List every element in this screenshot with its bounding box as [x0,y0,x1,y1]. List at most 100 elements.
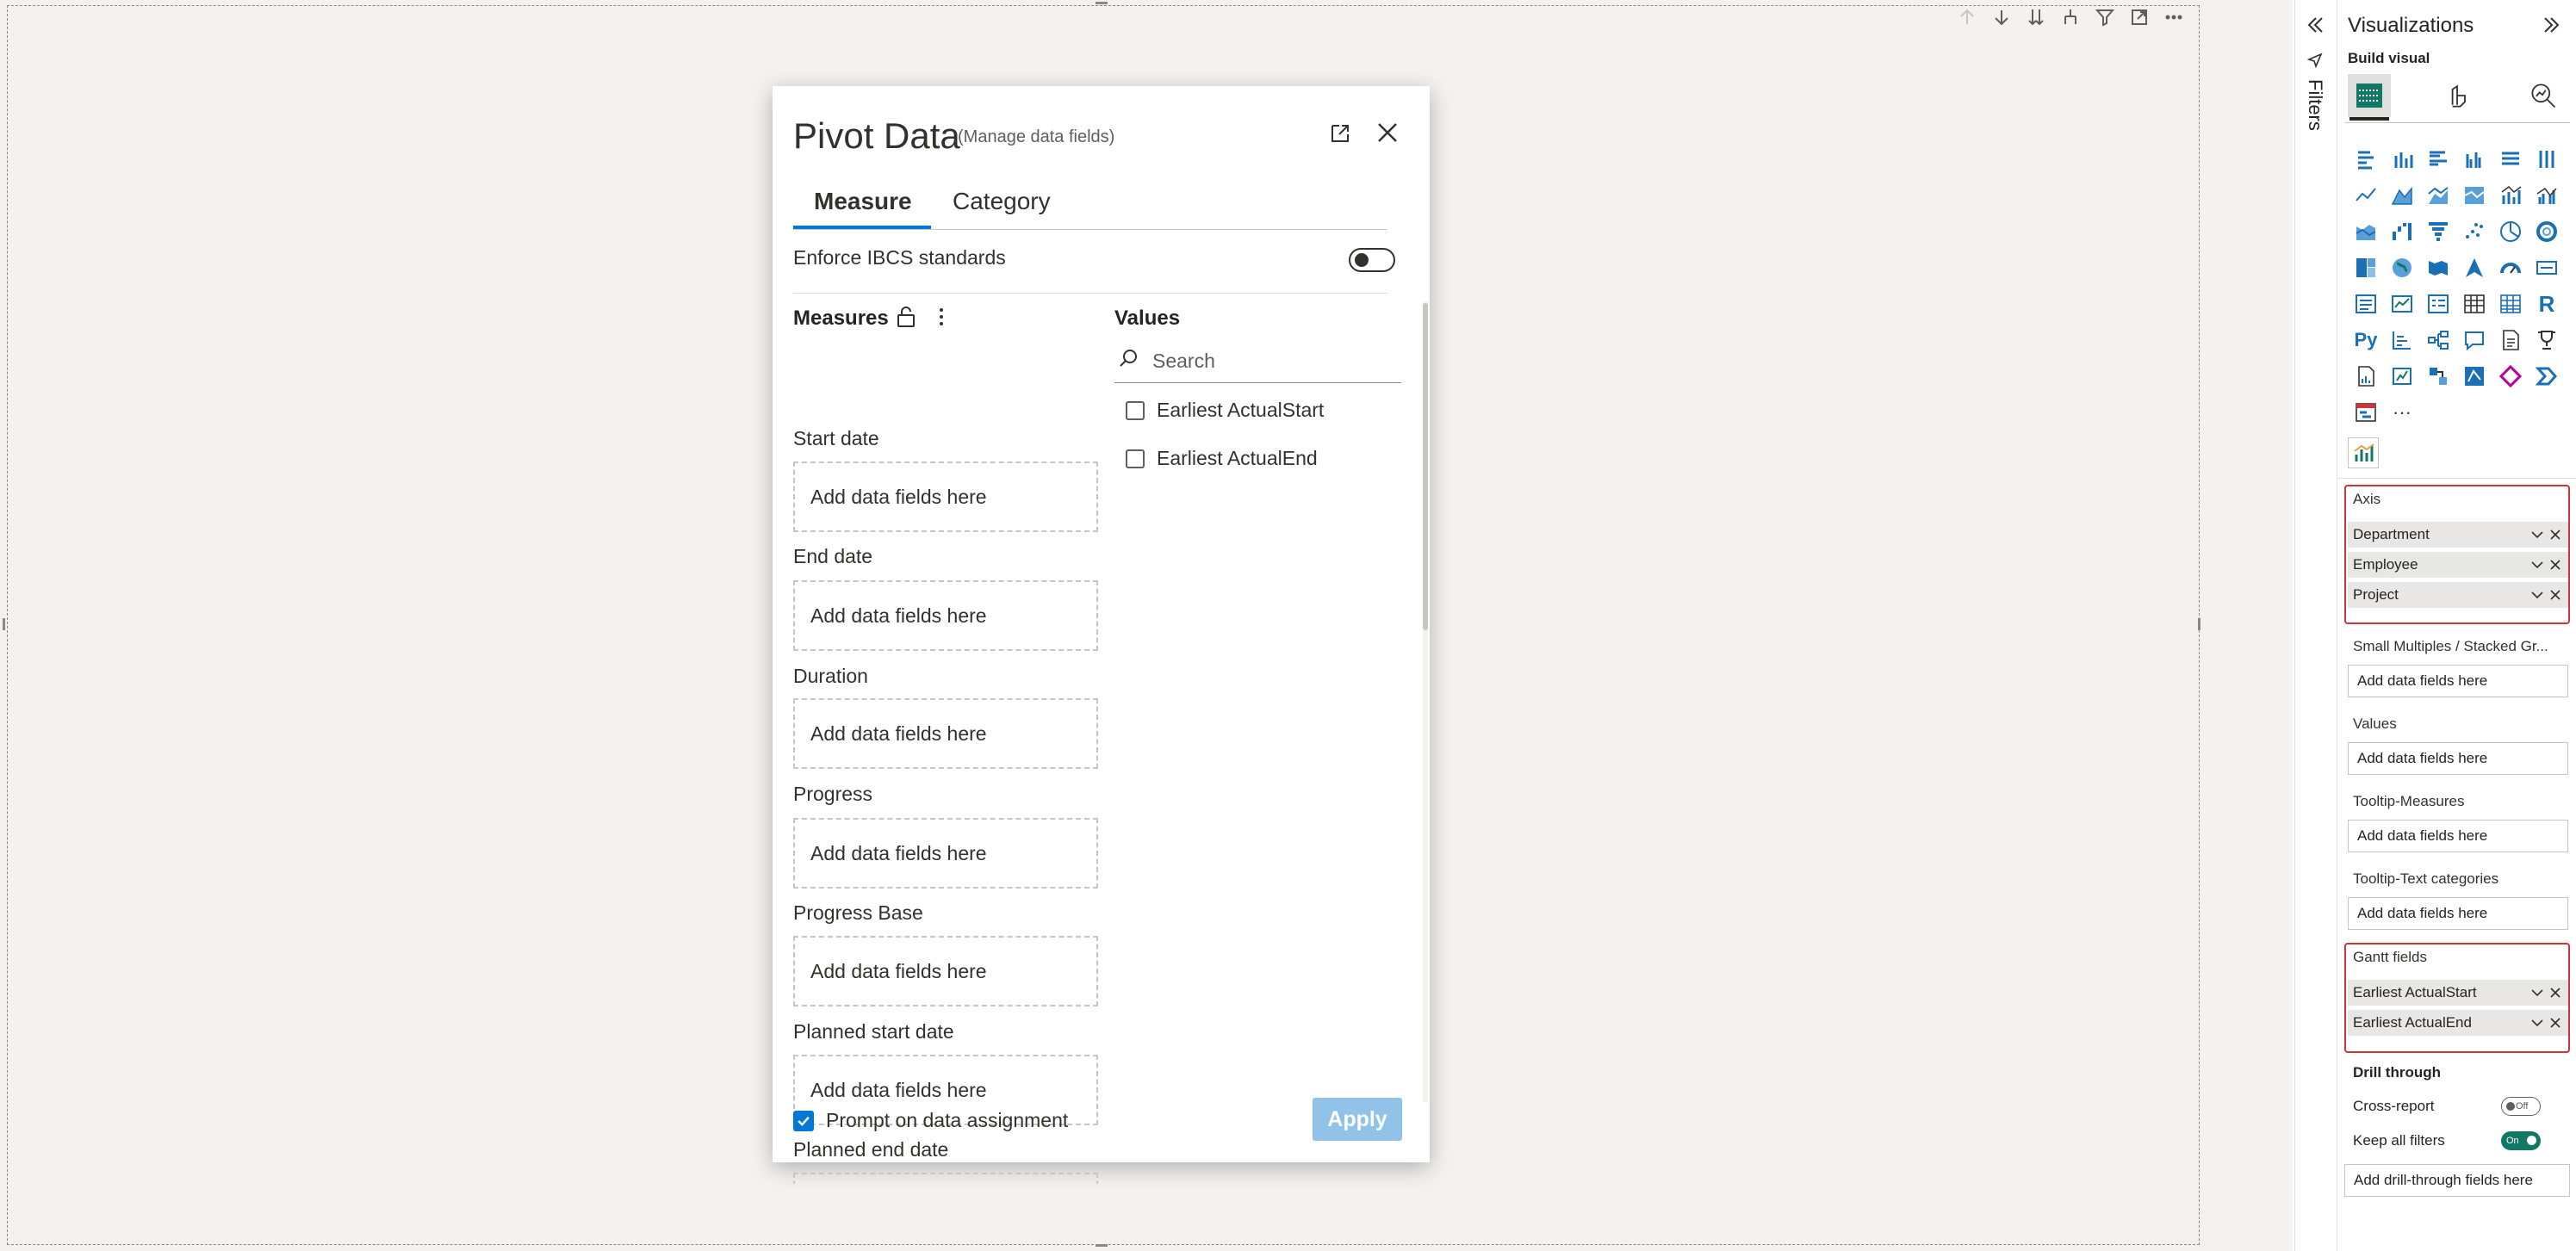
line-chart-icon[interactable] [2348,177,2384,214]
drill-through-dropzone[interactable]: Add drill-through fields here [2344,1164,2570,1197]
expand-hierarchy-icon[interactable] [2058,5,2083,29]
expand-filters-icon[interactable] [2304,14,2326,36]
chevron-down-icon[interactable] [2530,559,2544,571]
drill-up-icon[interactable] [1955,5,1979,29]
axis-field-pill[interactable]: Project [2348,582,2568,608]
azure-map-icon[interactable] [2456,250,2492,286]
tooltip-text-dropzone[interactable]: Add data fields here [2348,897,2568,930]
small-multiples-dropzone[interactable]: Add data fields here [2348,665,2568,697]
format-visual-icon[interactable] [2436,74,2479,117]
chevron-down-icon[interactable] [2530,589,2544,601]
ibcs-toggle[interactable] [1349,248,1395,272]
resize-handle-top[interactable] [1096,2,1108,4]
line-and-clustered-column-chart-icon[interactable] [2529,177,2565,214]
axis-field-pill[interactable]: Department [2348,522,2568,548]
more-options-icon[interactable] [2162,5,2186,29]
gantt-visual-icon[interactable] [2348,394,2384,430]
value-checkbox[interactable] [1126,400,1145,420]
key-influencers-icon[interactable] [2384,322,2420,358]
gantt-field-pill[interactable]: Earliest ActualEnd [2348,1010,2568,1036]
filters-pane[interactable]: Filters [2294,0,2337,1251]
ribbon-chart-icon[interactable] [2348,214,2384,250]
donut-chart-icon[interactable] [2529,214,2565,250]
dropzone-planned-end[interactable] [793,1173,1098,1184]
close-icon[interactable] [1372,117,1403,148]
more-vertical-icon[interactable] [936,305,947,329]
area-chart-icon[interactable] [2384,177,2420,214]
resize-handle-bottom[interactable] [1096,1244,1108,1247]
pie-chart-icon[interactable] [2492,214,2529,250]
multi-row-card-icon[interactable] [2348,286,2384,322]
lock-icon[interactable] [895,305,917,329]
custom-visual-icon[interactable] [2348,437,2379,468]
remove-field-icon[interactable] [2549,529,2561,541]
arcgis-map-icon[interactable] [2456,358,2492,394]
line-and-stacked-column-chart-icon[interactable] [2492,177,2529,214]
power-apps-diamond-icon[interactable] [2492,358,2529,394]
100-stacked-area-chart-icon[interactable] [2456,177,2492,214]
tab-category[interactable]: Category [953,188,1051,215]
dialog-scrollbar-thumb[interactable] [1423,303,1428,630]
funnel-chart-icon[interactable] [2420,214,2456,250]
expand-icon[interactable] [1327,121,1353,146]
tab-measure[interactable]: Measure [814,188,912,215]
clustered-column-chart-icon[interactable] [2456,141,2492,177]
value-checkbox[interactable] [1126,449,1145,468]
chevron-down-icon[interactable] [2530,1017,2544,1029]
treemap-icon[interactable] [2348,250,2384,286]
tooltip-measures-dropzone[interactable]: Add data fields here [2348,820,2568,852]
map-icon[interactable] [2384,250,2420,286]
decomposition-tree-icon[interactable] [2420,322,2456,358]
filter-icon[interactable] [2093,5,2117,29]
r-visual-icon[interactable]: R [2529,286,2565,322]
dropzone-start-date[interactable]: Add data fields here [793,461,1098,532]
stacked-area-chart-icon[interactable] [2420,177,2456,214]
filled-map-icon[interactable] [2420,250,2456,286]
remove-field-icon[interactable] [2549,1017,2561,1029]
prompt-on-assignment[interactable]: Prompt on data assignment [793,1109,1068,1132]
resize-handle-left[interactable] [3,618,5,630]
dropzone-duration[interactable]: Add data fields here [793,698,1098,769]
gauge-icon[interactable] [2492,250,2529,286]
dropzone-end-date[interactable]: Add data fields here [793,580,1098,651]
table-icon[interactable] [2456,286,2492,322]
chevron-down-icon[interactable] [2530,529,2544,541]
dropzone-progress[interactable]: Add data fields here [793,818,1098,889]
value-item[interactable]: Earliest ActualEnd [1126,447,1318,470]
smart-narrative-icon[interactable] [2492,322,2529,358]
tab-build-fields[interactable] [2348,74,2391,117]
value-item[interactable]: Earliest ActualStart [1126,399,1324,422]
stacked-bar-chart-icon[interactable] [2348,141,2384,177]
prompt-checkbox[interactable] [793,1110,814,1131]
more-visuals-icon[interactable]: ··· [2384,394,2420,430]
dropzone-progress-base[interactable]: Add data fields here [793,936,1098,1006]
apply-button[interactable]: Apply [1313,1098,1402,1141]
values-search-box[interactable]: Search [1114,341,1401,383]
chevron-down-icon[interactable] [2530,987,2544,999]
metrics-icon[interactable] [2529,322,2565,358]
gantt-field-pill[interactable]: Earliest ActualStart [2348,980,2568,1006]
expand-next-level-icon[interactable] [2024,5,2048,29]
100-stacked-bar-chart-icon[interactable] [2492,141,2529,177]
resize-handle-right[interactable] [2198,618,2200,630]
values-dropzone[interactable]: Add data fields here [2348,742,2568,775]
waterfall-chart-icon[interactable] [2384,214,2420,250]
cross-report-toggle[interactable]: Off [2501,1097,2541,1116]
analytics-icon[interactable] [2522,74,2565,117]
remove-field-icon[interactable] [2549,589,2561,601]
card-icon[interactable] [2529,250,2565,286]
slicer-icon[interactable] [2420,286,2456,322]
keep-filters-toggle[interactable]: On [2501,1131,2541,1150]
clustered-bar-chart-icon[interactable] [2420,141,2456,177]
matrix-icon[interactable] [2492,286,2529,322]
paginated-report-icon[interactable] [2348,358,2384,394]
remove-field-icon[interactable] [2549,987,2561,999]
stacked-column-chart-icon[interactable] [2384,141,2420,177]
power-apps-icon[interactable] [2384,358,2420,394]
scatter-chart-icon[interactable] [2456,214,2492,250]
qna-icon[interactable] [2456,322,2492,358]
search-input[interactable]: Search [1152,350,1215,373]
axis-field-pill[interactable]: Employee [2348,552,2568,578]
filters-label[interactable]: Filters [2304,79,2326,131]
kpi-icon[interactable] [2384,286,2420,322]
